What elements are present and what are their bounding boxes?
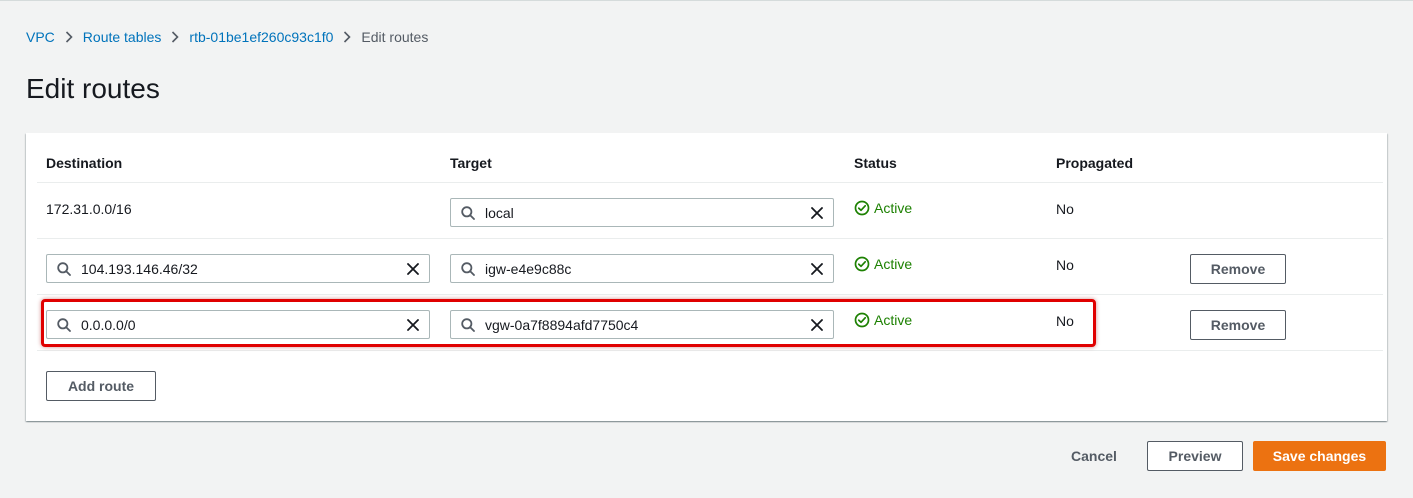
save-changes-button[interactable]: Save changes [1253,441,1386,471]
breadcrumb-route-tables[interactable]: Route tables [83,29,162,45]
cancel-button[interactable]: Cancel [1071,448,1117,464]
propagated-value: No [1056,201,1074,217]
search-icon [461,262,475,276]
destination-input[interactable]: 0.0.0.0/0 [46,310,430,339]
target-value: local [485,205,514,221]
row-divider [37,294,1383,295]
row-divider [37,238,1383,239]
breadcrumb-route-table-id[interactable]: rtb-01be1ef260c93c1f0 [189,29,333,45]
header-status: Status [854,155,897,171]
target-input[interactable]: igw-e4e9c88c [450,254,834,283]
close-icon[interactable] [811,263,823,275]
preview-button[interactable]: Preview [1147,441,1243,471]
row-divider [37,350,1383,351]
search-icon [57,262,71,276]
page-title: Edit routes [26,73,160,104]
check-circle-icon [854,256,870,272]
add-route-button[interactable]: Add route [46,371,156,401]
target-value: vgw-0a7f8894afd7750c4 [485,317,639,333]
chevron-right-icon [333,28,361,46]
destination-value: 104.193.146.46/32 [81,261,198,277]
status-badge: Active [854,200,912,216]
check-circle-icon [854,312,870,328]
status-text: Active [874,256,913,272]
destination-value: 172.31.0.0/16 [46,201,132,217]
status-text: Active [874,312,913,328]
search-icon [461,318,475,332]
target-input[interactable]: local [450,198,834,227]
remove-route-button[interactable]: Remove [1190,254,1286,284]
row-divider [37,182,1383,183]
propagated-value: No [1056,313,1074,329]
search-icon [57,318,71,332]
routes-panel: Destination Target Status Propagated 172… [26,133,1387,421]
status-badge: Active [854,256,912,272]
close-icon[interactable] [811,207,823,219]
target-value: igw-e4e9c88c [485,261,572,277]
check-circle-icon [854,200,870,216]
status-text: Active [874,200,913,216]
breadcrumb-vpc[interactable]: VPC [26,29,55,45]
search-icon [461,206,475,220]
header-target: Target [450,155,492,171]
breadcrumb-current: Edit routes [361,29,429,45]
chevron-right-icon [55,28,83,46]
header-propagated: Propagated [1056,155,1134,171]
chevron-right-icon [161,28,189,46]
close-icon[interactable] [811,319,823,331]
close-icon[interactable] [407,319,419,331]
status-badge: Active [854,312,912,328]
propagated-value: No [1056,257,1074,273]
destination-value: 0.0.0.0/0 [81,317,136,333]
close-icon[interactable] [407,263,419,275]
destination-input[interactable]: 104.193.146.46/32 [46,254,430,283]
breadcrumb: VPC Route tables rtb-01be1ef260c93c1f0 E… [26,28,428,46]
remove-route-button[interactable]: Remove [1190,310,1286,340]
target-input[interactable]: vgw-0a7f8894afd7750c4 [450,310,834,339]
header-destination: Destination [46,155,123,171]
top-divider [0,0,1413,1]
